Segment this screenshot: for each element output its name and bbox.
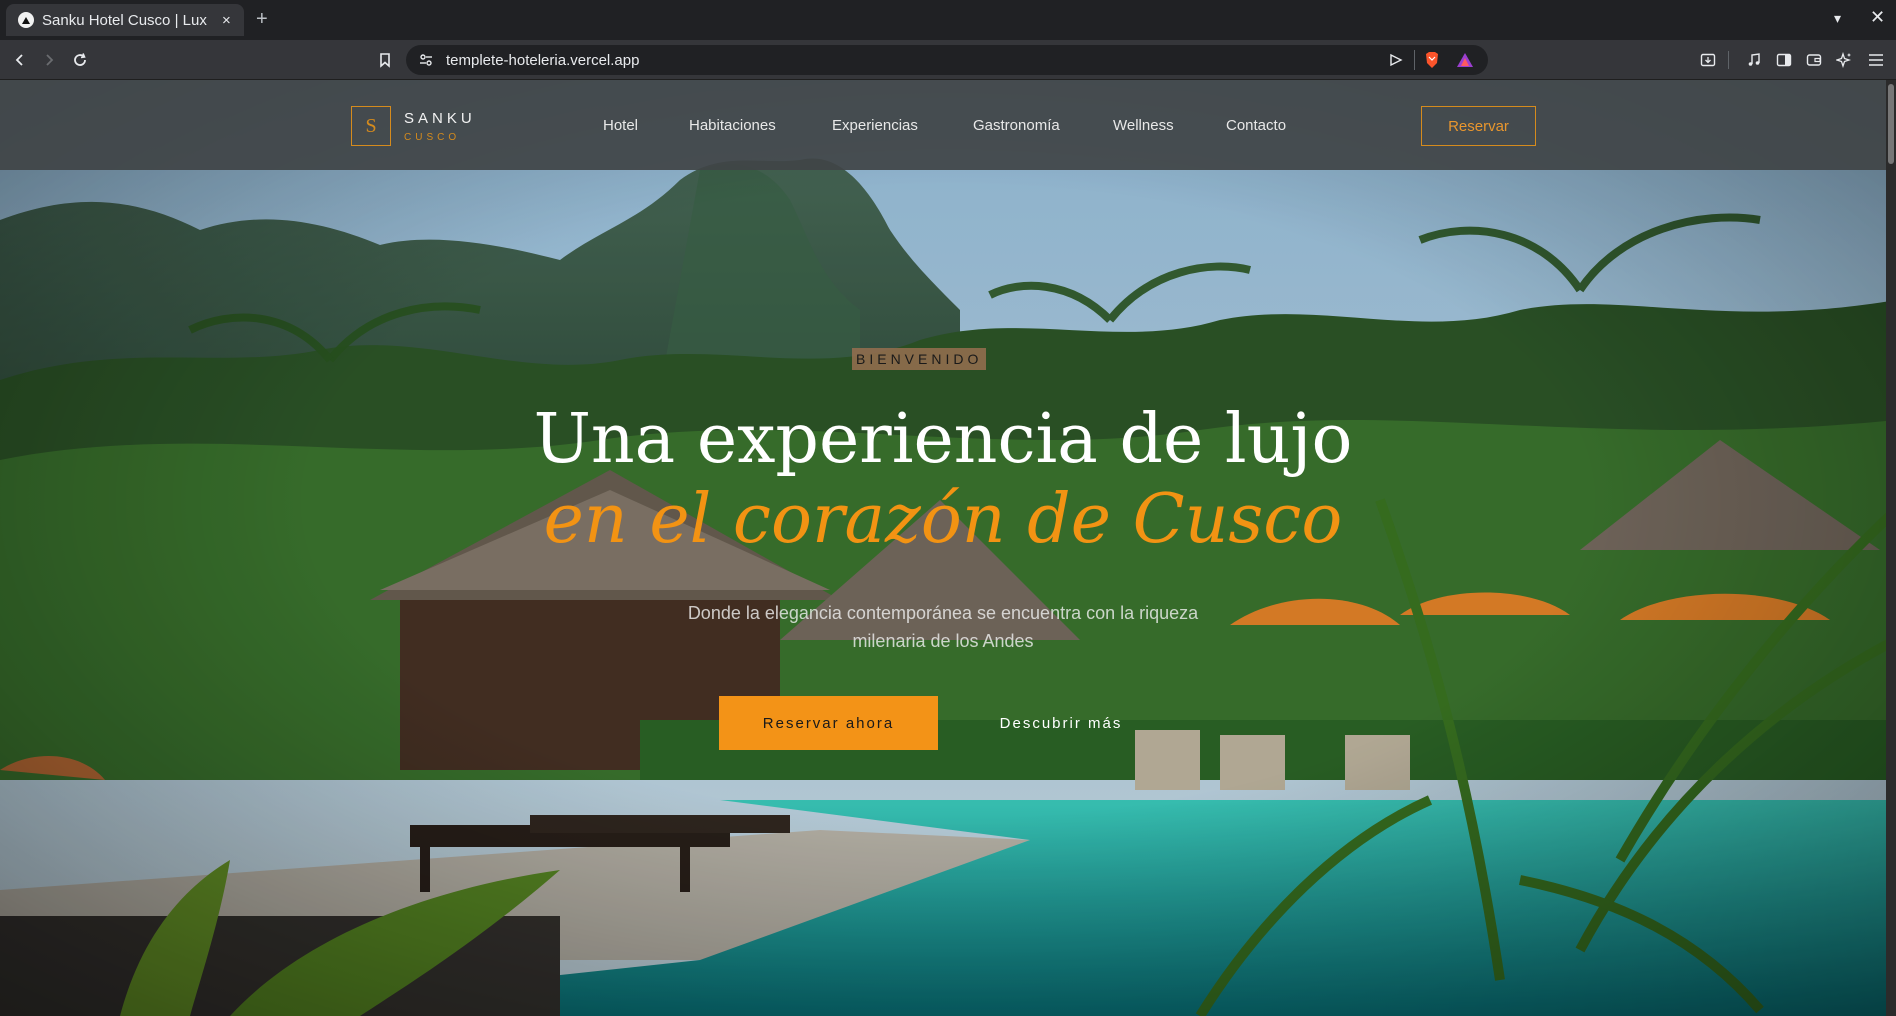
tab-title: Sanku Hotel Cusco | Lux [42, 11, 207, 29]
reserve-button[interactable]: Reservar [1421, 106, 1536, 146]
site-settings-icon[interactable] [418, 52, 434, 73]
site-favicon-icon [18, 12, 34, 28]
toolbar-divider [1728, 51, 1729, 69]
browser-tab-bar: Sanku Hotel Cusco | Lux × + ▾ ✕ [0, 0, 1896, 40]
new-tab-icon[interactable]: + [256, 8, 268, 31]
tab-list-chevron-icon[interactable]: ▾ [1834, 10, 1841, 27]
address-bar[interactable]: templete-hoteleria.vercel.app [406, 45, 1488, 75]
reload-icon[interactable] [68, 48, 92, 72]
logo-mark[interactable]: S [351, 106, 391, 146]
url-text: templete-hoteleria.vercel.app [446, 52, 640, 69]
media-controls-icon[interactable] [1742, 48, 1766, 72]
discover-more-button[interactable]: Descubrir más [960, 696, 1162, 750]
hero-subtitle: Donde la elegancia contemporánea se encu… [687, 603, 1199, 623]
browser-tab[interactable]: Sanku Hotel Cusco | Lux × [6, 4, 244, 36]
send-icon[interactable] [1389, 53, 1403, 72]
hero-title-accent: en el corazón de Cusco [543, 480, 1343, 559]
book-now-button[interactable]: Reservar ahora [719, 696, 938, 750]
nav-experiencias[interactable]: Experiencias [832, 117, 918, 134]
install-app-icon[interactable] [1696, 48, 1720, 72]
sidebar-icon[interactable] [1772, 48, 1796, 72]
site-header: S SANKU CUSCO Hotel Habitaciones Experie… [0, 80, 1886, 170]
welcome-badge: BIENVENIDO [852, 348, 987, 370]
window-close-icon[interactable]: ✕ [1870, 7, 1885, 28]
bookmark-icon[interactable] [373, 48, 397, 72]
menu-icon[interactable] [1864, 48, 1888, 72]
logo-name[interactable]: SANKU [404, 110, 476, 127]
logo-subtitle[interactable]: CUSCO [404, 132, 460, 143]
leo-ai-icon[interactable] [1832, 48, 1856, 72]
nav-habitaciones[interactable]: Habitaciones [689, 117, 776, 134]
nav-wellness[interactable]: Wellness [1113, 117, 1174, 134]
tab-close-icon[interactable]: × [222, 12, 231, 29]
brave-shields-icon[interactable] [1424, 51, 1440, 74]
web-page: S SANKU CUSCO Hotel Habitaciones Experie… [0, 80, 1896, 1016]
nav-contacto[interactable]: Contacto [1226, 117, 1286, 134]
hero-title: Una experiencia de lujo [533, 400, 1353, 479]
browser-toolbar: templete-hoteleria.vercel.app [0, 40, 1896, 80]
wallet-icon[interactable] [1802, 48, 1826, 72]
scrollbar-thumb[interactable] [1888, 84, 1894, 164]
address-divider [1414, 50, 1415, 70]
page-scrollbar[interactable] [1886, 80, 1896, 1016]
hero-subtitle-line2: milenaria de los Andes [852, 631, 1034, 651]
brave-rewards-icon[interactable] [1456, 52, 1474, 73]
nav-hotel[interactable]: Hotel [603, 117, 638, 134]
back-icon[interactable] [8, 48, 32, 72]
forward-icon[interactable] [37, 48, 61, 72]
nav-gastronomia[interactable]: Gastronomía [973, 117, 1060, 134]
